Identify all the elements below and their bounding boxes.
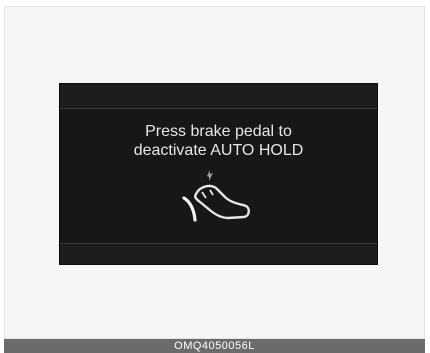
brake-pedal-press-icon — [182, 170, 250, 222]
shoe-outline — [194, 184, 250, 220]
figure-caption: OMQ4050056L — [4, 339, 425, 353]
warning-message: Press brake pedal to deactivate AUTO HOL… — [60, 122, 377, 160]
pedal-arc — [182, 196, 197, 222]
press-arrow-icon — [207, 170, 213, 181]
message-line-2: deactivate AUTO HOLD — [133, 142, 304, 159]
display-bottom-bar — [60, 243, 377, 264]
shoe-laces — [201, 189, 214, 199]
message-line-1: Press brake pedal to — [145, 123, 292, 140]
display-top-bar — [60, 84, 377, 109]
